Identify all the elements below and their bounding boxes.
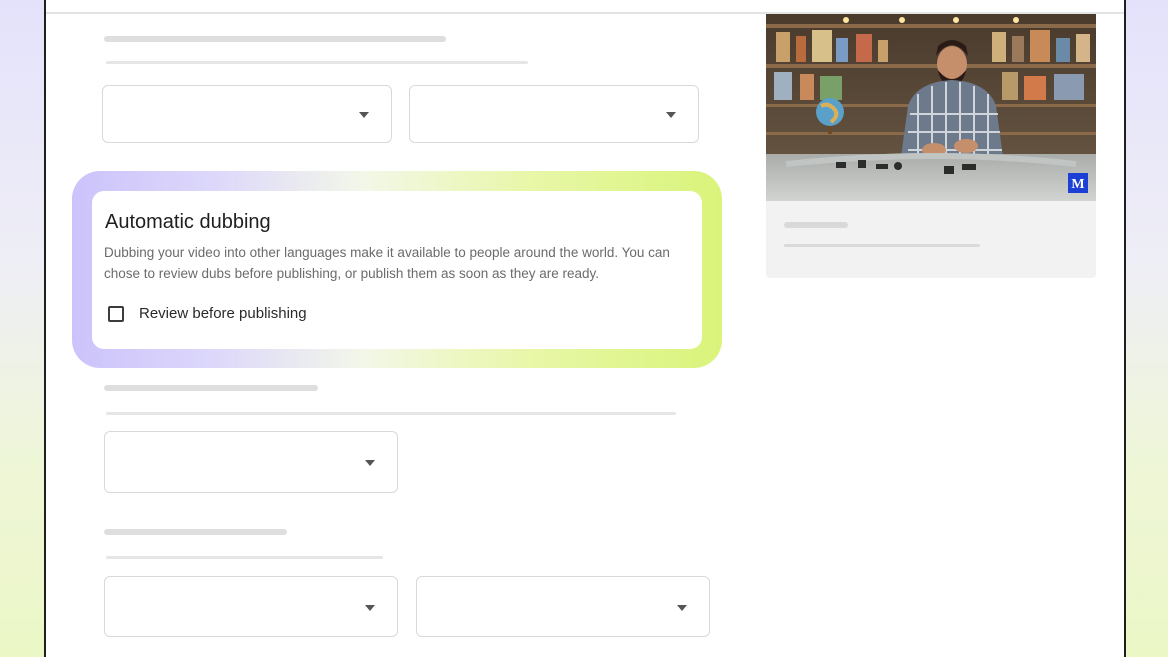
review-checkbox[interactable] — [108, 305, 124, 322]
skeleton-line — [784, 244, 980, 247]
dubbing-description: Dubbing your video into other languages … — [104, 245, 670, 281]
skeleton-heading — [104, 36, 446, 42]
top-bar — [46, 0, 1124, 14]
channel-badge-letter: M — [1071, 177, 1084, 192]
caret-down-icon — [365, 460, 375, 466]
dropdown-select[interactable] — [104, 576, 398, 637]
caret-down-icon — [365, 605, 375, 611]
skeleton-heading — [104, 385, 318, 391]
video-info-panel — [766, 201, 1096, 278]
dropdown-select[interactable] — [104, 431, 398, 493]
page-container: Automatic dubbing Dubbing your video int… — [44, 0, 1126, 657]
skeleton-heading — [104, 529, 287, 535]
caret-down-icon — [359, 112, 369, 118]
review-checkbox-label: Review before publishing — [139, 305, 307, 322]
skeleton-line — [106, 412, 676, 415]
dropdown-select[interactable] — [416, 576, 710, 637]
dubbing-title: Automatic dubbing — [105, 211, 271, 233]
caret-down-icon — [666, 112, 676, 118]
skeleton-line — [106, 556, 383, 559]
dropdown-select[interactable] — [102, 85, 392, 143]
review-before-publishing-option[interactable]: Review before publishing — [108, 305, 307, 322]
skeleton-heading — [784, 222, 848, 228]
dubbing-highlight: Automatic dubbing Dubbing your video int… — [72, 171, 722, 368]
skeleton-line — [106, 61, 528, 64]
video-thumbnail[interactable]: M — [766, 14, 1096, 201]
dropdown-select[interactable] — [409, 85, 699, 143]
caret-down-icon — [677, 605, 687, 611]
automatic-dubbing-card: Automatic dubbing Dubbing your video int… — [92, 191, 702, 349]
